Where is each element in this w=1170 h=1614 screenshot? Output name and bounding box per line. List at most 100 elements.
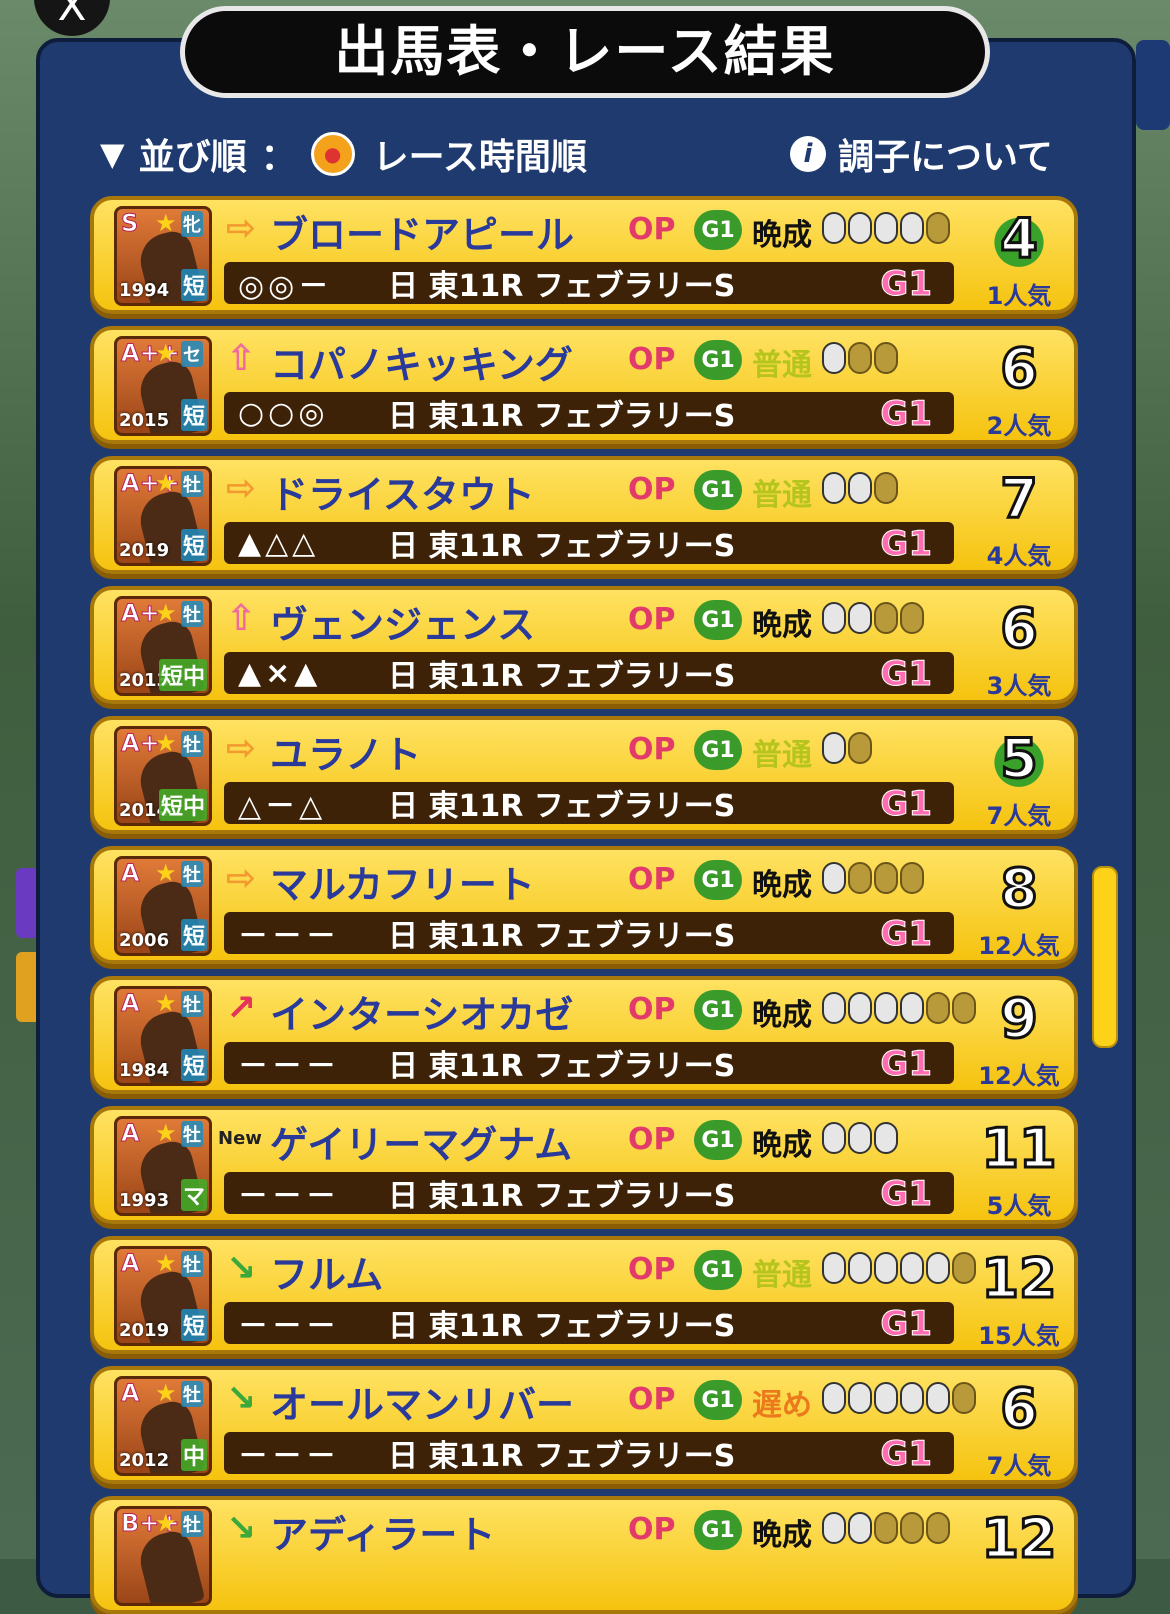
condition-arrow-icon: ↘ <box>226 1508 257 1549</box>
horseshoe-rating <box>822 1382 976 1414</box>
prediction-marks: －－－ <box>238 919 340 954</box>
horse-portrait[interactable]: A ★ 牡 1993 マ <box>114 1116 212 1216</box>
horseshoe-icon <box>848 212 872 244</box>
post-number: 12 <box>980 1506 1058 1572</box>
growth-type: 晩成 <box>752 608 812 643</box>
scrollbar-thumb[interactable] <box>1092 866 1118 1048</box>
g1-laurel-icon: G1 <box>694 730 742 770</box>
horse-portrait[interactable]: A++ ★ セ 2015 短 <box>114 336 212 436</box>
sort-value: レース時間順 <box>372 137 587 178</box>
growth-type: 晩成 <box>752 1518 812 1553</box>
horse-name: ユラノト <box>270 733 422 777</box>
growth-type: 普通 <box>752 1258 812 1293</box>
horse-portrait[interactable]: S ★ 牝 1994 短 <box>114 206 212 306</box>
horse-card[interactable]: A ★ 牡 2012 中 ↘ オールマンリバー OP G1 遅め －－－ 日 東11R フェブラリーS… <box>90 1366 1078 1484</box>
horse-name: オールマンリバー <box>270 1383 575 1427</box>
race-name: 日 東11R フェブラリーS <box>388 1049 736 1084</box>
race-name: 日 東11R フェブラリーS <box>388 529 736 564</box>
star-icon: ★ <box>155 599 177 627</box>
horseshoe-icon <box>900 1512 924 1544</box>
condition-info-button[interactable]: i 調子について <box>790 128 1053 180</box>
horse-card[interactable]: A ★ 牡 1993 マ New ゲイリーマグナム OP G1 晩成 －－－ 日 東11R フェブラリ… <box>90 1106 1078 1224</box>
horseshoe-icon <box>874 992 898 1024</box>
popularity: 7人気 <box>986 1452 1052 1480</box>
horse-card[interactable]: A+ ★ 牡 2014 短中 ⇨ ユラノト OP G1 普通 △－△ 日 東11R フェブラリーS G1… <box>90 716 1078 834</box>
horse-portrait[interactable]: A++ ★ 牡 2019 短 <box>114 466 212 566</box>
condition-arrow-icon: ⇨ <box>226 468 257 509</box>
sex-badge: 牡 <box>181 1121 203 1147</box>
horse-name: アディラート <box>270 1513 496 1557</box>
post-number: 9 <box>999 986 1040 1052</box>
condition-arrow-icon: ↘ <box>226 1248 257 1289</box>
g1-laurel-icon: G1 <box>694 990 742 1030</box>
rank-badge: S <box>120 209 139 238</box>
rank-badge: A <box>121 859 141 888</box>
distance-badge: 短 <box>180 1309 207 1341</box>
horse-name: マルカフリート <box>270 863 535 907</box>
horseshoe-icon <box>848 342 872 374</box>
horseshoe-rating <box>822 862 924 894</box>
g1-laurel-icon: G1 <box>694 1120 742 1160</box>
horseshoe-icon <box>874 1252 898 1284</box>
horse-portrait[interactable]: A ★ 牡 2019 短 <box>114 1246 212 1346</box>
sex-badge: 牡 <box>181 1511 203 1537</box>
horseshoe-icon <box>952 992 976 1024</box>
horseshoe-icon <box>822 992 846 1024</box>
horseshoe-rating <box>822 212 950 244</box>
prediction-marks: －－－ <box>238 1049 340 1084</box>
horse-card[interactable]: A ★ 牡 1984 短 ↗ インターシオカゼ OP G1 晩成 －－－ 日 東11R フェブラリーS… <box>90 976 1078 1094</box>
horseshoe-icon <box>874 472 898 504</box>
horse-portrait[interactable]: A+ ★ 牡 2014 短中 <box>114 726 212 826</box>
prediction-marks: －－－ <box>238 1179 340 1214</box>
horse-card[interactable]: S ★ 牝 1994 短 ⇨ ブロードアピール OP G1 晩成 ◎◎－ 日 東11R フェブラリーS… <box>90 196 1078 314</box>
distance-badge: 短中 <box>158 659 207 691</box>
sort-toggle[interactable]: ▼ 並び順 ： ● レース時間順 <box>100 128 587 180</box>
sex-badge: 牡 <box>181 861 203 887</box>
star-icon: ★ <box>155 1119 177 1147</box>
horse-card[interactable]: A+ ★ 牡 2013 短中 ⇧ ヴェンジェンス OP G1 晩成 ▲×▲ 日 東11R フェブラリー… <box>90 586 1078 704</box>
horseshoe-icon <box>952 1382 976 1414</box>
horseshoe-icon <box>926 992 950 1024</box>
page-title: 出馬表・レース結果 <box>180 6 990 98</box>
sort-separator: ： <box>260 137 297 178</box>
race-bar: －－－ 日 東11R フェブラリーS G1 <box>224 912 954 955</box>
horseshoe-rating <box>822 602 924 634</box>
horse-portrait[interactable]: A ★ 牡 2006 短 <box>114 856 212 956</box>
star-icon: ★ <box>155 1509 177 1537</box>
g1-laurel-icon: G1 <box>694 1380 742 1420</box>
horse-portrait[interactable]: A+ ★ 牡 2013 短中 <box>114 596 212 696</box>
horse-card[interactable]: A ★ 牡 2019 短 ↘ フルム OP G1 普通 －－－ 日 東11R フェブラリーS G1 12 1… <box>90 1236 1078 1354</box>
horse-name: フルム <box>270 1253 384 1297</box>
horseshoe-icon <box>822 732 846 764</box>
horse-portrait[interactable]: A ★ 牡 1984 短 <box>114 986 212 1086</box>
background-side-panel-right <box>1136 40 1170 130</box>
horse-card[interactable]: B++ ★ 牡 ↘ アディラート OP G1 晩成 12 <box>90 1496 1078 1614</box>
horseshoe-icon <box>848 472 872 504</box>
horse-portrait[interactable]: B++ ★ 牡 <box>114 1506 212 1606</box>
op-label: OP <box>628 1252 676 1287</box>
horseshoe-icon <box>848 1252 872 1284</box>
horseshoe-icon <box>848 992 872 1024</box>
horseshoe-icon <box>874 602 898 634</box>
horse-card[interactable]: A ★ 牡 2006 短 ⇨ マルカフリート OP G1 晩成 －－－ 日 東11R フェブラリーS G… <box>90 846 1078 964</box>
op-label: OP <box>628 862 676 897</box>
popularity: 3人気 <box>986 672 1052 700</box>
horse-card[interactable]: A++ ★ セ 2015 短 ⇧ コパノキッキング OP G1 普通 ○○◎ 日 東11R フェブラリ… <box>90 326 1078 444</box>
sex-badge: 牝 <box>181 211 203 237</box>
g1-laurel-icon: G1 <box>694 210 742 250</box>
g1-laurel-icon: G1 <box>694 600 742 640</box>
op-label: OP <box>628 602 676 637</box>
race-bar: △－△ 日 東11R フェブラリーS G1 <box>224 782 954 825</box>
horse-year: 2006 <box>119 930 170 951</box>
sex-badge: セ <box>181 341 203 367</box>
horse-card[interactable]: A++ ★ 牡 2019 短 ⇨ ドライスタウト OP G1 普通 ▲△△ 日 東11R フェブラリー… <box>90 456 1078 574</box>
condition-arrow-icon: ⇧ <box>226 598 257 639</box>
horse-name: ヴェンジェンス <box>270 603 536 647</box>
rank-badge: A+ <box>121 729 161 758</box>
sort-bar: ▼ 並び順 ： ● レース時間順 i 調子について <box>100 120 1080 180</box>
horseshoe-icon <box>822 1512 846 1544</box>
horse-portrait[interactable]: A ★ 牡 2012 中 <box>114 1376 212 1476</box>
popularity: 2人気 <box>986 412 1052 440</box>
race-grade: G1 <box>880 784 933 825</box>
race-bar: －－－ 日 東11R フェブラリーS G1 <box>224 1042 954 1085</box>
